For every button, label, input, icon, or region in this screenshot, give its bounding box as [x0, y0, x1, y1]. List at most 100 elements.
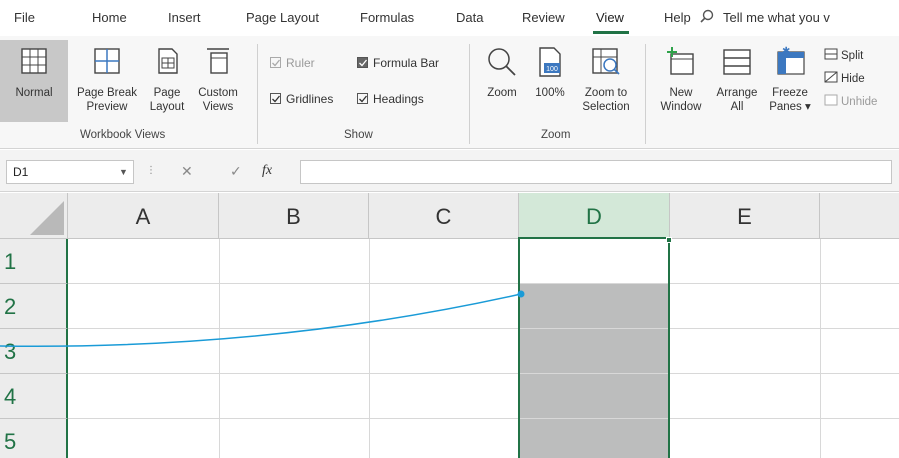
- zoom-to-selection-button[interactable]: Zoom to Selection: [574, 40, 638, 114]
- search-icon[interactable]: [700, 9, 714, 23]
- arrange-all-icon: [723, 49, 751, 75]
- tab-formulas[interactable]: Formulas: [360, 10, 414, 25]
- group-divider: [645, 44, 646, 144]
- page-break-preview-button[interactable]: Page Break Preview: [70, 40, 144, 114]
- column-header-a[interactable]: A: [68, 193, 219, 239]
- freeze-panes-icon: ✱: [777, 46, 805, 75]
- unhide-icon: [824, 94, 838, 106]
- zoom-to-selection-label-1: Zoom to: [584, 87, 628, 99]
- formula-bar-area: D1 ▼ ⋮ ✕ ✓ fx: [0, 150, 899, 192]
- page-break-label-1: Page Break: [76, 87, 138, 99]
- ruler-check-icon: [270, 57, 281, 68]
- column-header-e[interactable]: E: [670, 193, 820, 239]
- freeze-panes-label-1: Freeze: [772, 87, 808, 99]
- column-header-next[interactable]: [820, 193, 899, 239]
- split-button[interactable]: Split: [824, 48, 863, 62]
- zoom-to-selection-label-2: Selection: [582, 101, 630, 113]
- ruler-label: Ruler: [286, 56, 315, 70]
- page-break-preview-icon: [94, 48, 120, 74]
- fill-handle[interactable]: [666, 237, 672, 243]
- custom-views-button[interactable]: Custom Views: [190, 40, 246, 114]
- custom-views-icon: [207, 48, 229, 74]
- headings-check-icon: [357, 93, 368, 104]
- page-layout-label-1: Page: [153, 87, 181, 99]
- zoom-to-selection-icon: [592, 48, 620, 75]
- formula-bar-checkbox[interactable]: Formula Bar: [357, 56, 439, 70]
- tab-view[interactable]: View: [596, 10, 624, 25]
- name-box-dropdown-icon[interactable]: ▼: [119, 167, 128, 177]
- zoom-100-button[interactable]: 100 100%: [530, 40, 570, 100]
- workbook-views-group-label: Workbook Views: [80, 129, 166, 141]
- tab-file[interactable]: File: [14, 10, 35, 25]
- gridlines-check-icon: [270, 93, 281, 104]
- tab-data[interactable]: Data: [456, 10, 483, 25]
- headings-checkbox[interactable]: Headings: [357, 92, 424, 106]
- enter-icon[interactable]: ✓: [230, 163, 242, 180]
- row-header-5[interactable]: 5: [0, 419, 68, 458]
- gridlines-label: Gridlines: [286, 92, 334, 106]
- insert-function-icon[interactable]: fx: [262, 163, 272, 179]
- gridline: [820, 239, 821, 458]
- unhide-button[interactable]: Unhide: [824, 94, 877, 108]
- selected-column-d-border[interactable]: [518, 237, 670, 458]
- spreadsheet-grid: A B C D E 1 2 3 4 5: [0, 193, 899, 458]
- ruler-checkbox[interactable]: Ruler: [270, 56, 315, 70]
- tab-help[interactable]: Help: [664, 10, 691, 25]
- zoom-100-label: 100%: [535, 87, 565, 99]
- custom-views-label-1: Custom: [198, 87, 238, 99]
- row-header-4[interactable]: 4: [0, 374, 68, 419]
- active-tab-indicator: [593, 31, 629, 34]
- hide-button[interactable]: Hide: [824, 71, 865, 85]
- tab-home[interactable]: Home: [92, 10, 127, 25]
- page-layout-icon: [158, 48, 178, 74]
- tab-review[interactable]: Review: [522, 10, 565, 25]
- tab-page-layout[interactable]: Page Layout: [246, 10, 319, 25]
- normal-view-button[interactable]: Normal: [0, 40, 68, 122]
- column-header-d[interactable]: D: [519, 193, 670, 239]
- column-header-c[interactable]: C: [369, 193, 519, 239]
- tell-me-search[interactable]: Tell me what you v: [723, 10, 899, 25]
- arrange-all-label-1: Arrange: [716, 87, 758, 99]
- new-window-label-2: Window: [660, 101, 702, 113]
- group-divider: [257, 44, 258, 144]
- new-window-icon: [667, 47, 694, 75]
- freeze-panes-label-2: Panes ▾: [769, 101, 811, 113]
- gridline: [369, 239, 370, 458]
- tab-insert[interactable]: Insert: [168, 10, 201, 25]
- gridlines-checkbox[interactable]: Gridlines: [270, 92, 333, 106]
- group-divider: [469, 44, 470, 144]
- gridline: [68, 418, 899, 419]
- row-header-3[interactable]: 3: [0, 329, 68, 374]
- arrange-all-label-2: All: [730, 101, 744, 113]
- more-options-icon: ⋮: [146, 165, 156, 176]
- arrange-all-button[interactable]: Arrange All: [712, 40, 762, 114]
- gridline: [68, 328, 899, 329]
- formula-input[interactable]: [300, 160, 892, 184]
- split-icon: [824, 48, 838, 60]
- new-window-label-1: New: [669, 87, 693, 99]
- zoom-group-label: Zoom: [541, 129, 571, 141]
- gridline: [68, 373, 899, 374]
- formula-bar-check-icon: [357, 57, 368, 68]
- column-header-b[interactable]: B: [219, 193, 369, 239]
- new-window-button[interactable]: New Window: [656, 40, 706, 114]
- zoom-magnifier-icon: [488, 48, 516, 76]
- headings-label: Headings: [373, 92, 424, 106]
- page-layout-button[interactable]: Page Layout: [146, 40, 188, 114]
- normal-label: Normal: [15, 87, 53, 99]
- row-header-2[interactable]: 2: [0, 284, 68, 329]
- name-box[interactable]: D1: [6, 160, 134, 184]
- custom-views-label-2: Views: [202, 101, 234, 113]
- cancel-icon[interactable]: ✕: [181, 163, 193, 180]
- zoom-button[interactable]: Zoom: [478, 40, 526, 100]
- unhide-label: Unhide: [841, 96, 878, 108]
- formula-bar-label: Formula Bar: [373, 56, 440, 70]
- zoom-100-icon: 100: [539, 47, 561, 77]
- row-header-1[interactable]: 1: [0, 239, 68, 284]
- freeze-panes-button[interactable]: ✱ Freeze Panes ▾: [764, 40, 816, 114]
- select-all-triangle-icon: [30, 201, 64, 235]
- select-all-corner[interactable]: [0, 193, 68, 239]
- page-break-label-2: Preview: [86, 101, 128, 113]
- svg-text:✱: ✱: [782, 46, 790, 57]
- hide-icon: [824, 71, 838, 83]
